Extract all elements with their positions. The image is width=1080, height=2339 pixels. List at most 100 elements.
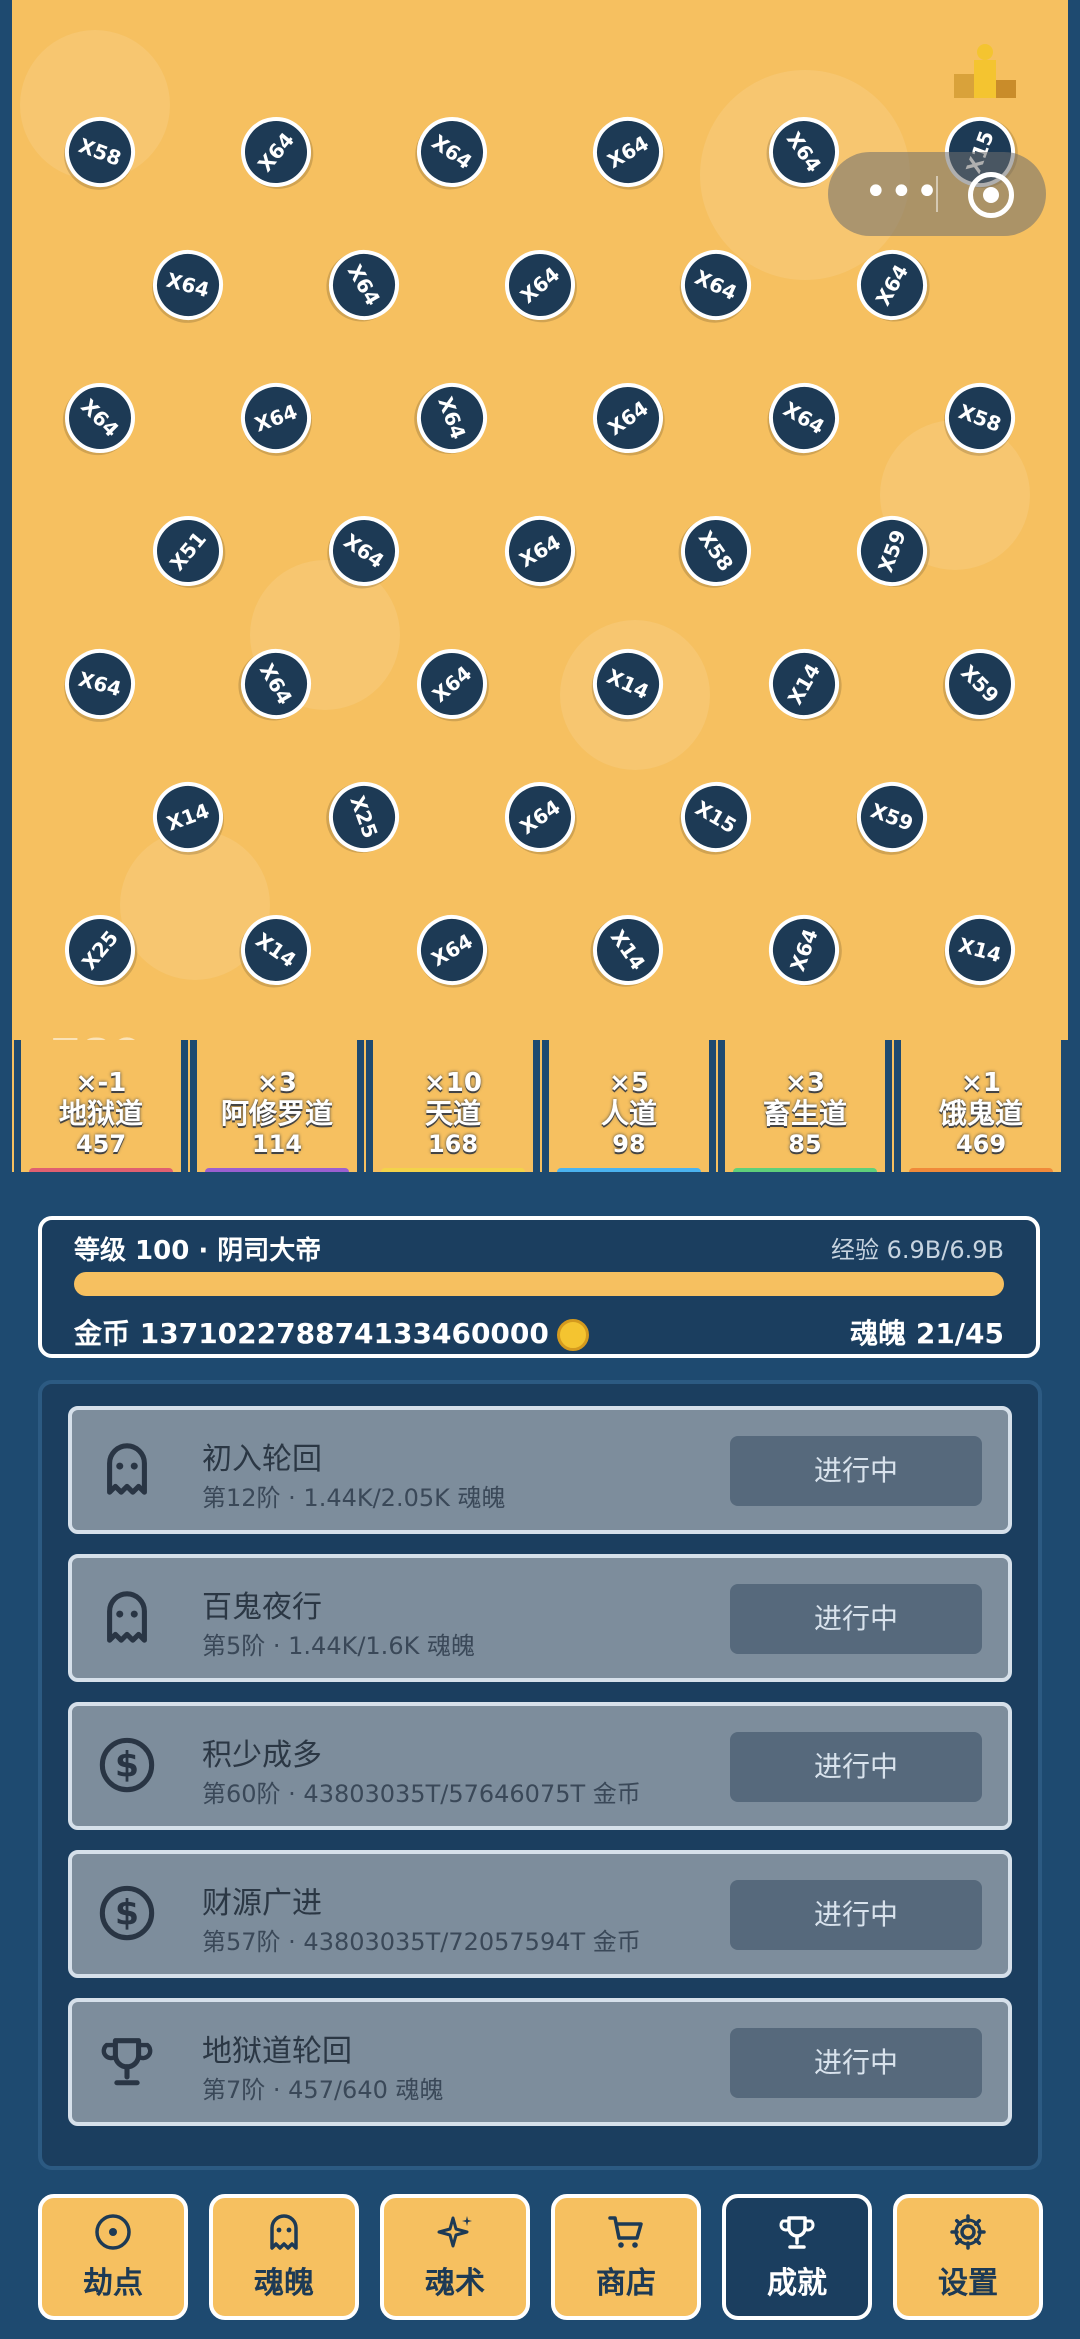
result-bin: ×1 饿鬼道 469 — [894, 1040, 1068, 1180]
achievement-status-button[interactable]: 进行中 — [730, 2028, 982, 2098]
bottom-nav: 劫点 魂魄 魂术 商店 成就 设置 — [0, 2186, 1080, 2339]
bin-name: 饿鬼道 — [938, 1097, 1023, 1130]
achievements-panel: 初入轮回 第12阶 · 1.44K/2.05K 魂魄 进行中 百鬼夜行 第5阶 · 1.… — [38, 1380, 1042, 2170]
board-left-wall — [0, 0, 12, 1180]
achievement-title: 积少成多 — [202, 1738, 322, 1773]
bin-count: 168 — [427, 1130, 479, 1158]
gold-amount: 金币 1371022788741334600​00 — [74, 1312, 589, 1352]
peg-multiplier: X64 — [579, 369, 677, 467]
peg-multiplier: X64 — [490, 235, 590, 335]
bin-count: 457 — [75, 1130, 127, 1158]
achievement-title: 初入轮回 — [202, 1442, 322, 1477]
leaderboard-podium-icon[interactable] — [952, 40, 1018, 100]
peg-multiplier: X59 — [930, 634, 1030, 734]
bin-multiplier: ×3 — [257, 1068, 297, 1098]
nav-tab-5[interactable]: 成就 — [722, 2194, 872, 2320]
peg-multiplier: X14 — [937, 907, 1023, 993]
achievement-status-button[interactable]: 进行中 — [730, 1732, 982, 1802]
nav-tab-6[interactable]: 设置 — [893, 2194, 1043, 2320]
result-bin: ×3 阿修罗道 114 — [190, 1040, 364, 1180]
achievement-item: $ 积少成多第60阶 · 43803035T/57646075T 金币 进行中 — [68, 1702, 1012, 1830]
soul-count: 魂魄 21/45 — [850, 1317, 1004, 1350]
dollar-icon: $ — [98, 1884, 156, 1942]
sparkle-icon — [435, 2212, 475, 2252]
ghost-icon — [98, 1440, 156, 1498]
nav-tab-label: 劫点 — [83, 2266, 143, 2301]
achievement-progress: 第12阶 · 1.44K/2.05K 魂魄 — [202, 1484, 506, 1512]
peg-multiplier: X15 — [668, 769, 764, 865]
player-stats-panel: 等级 100 · 阴司大帝 经验 6.9B/6.9B 金币 1371022788… — [38, 1216, 1040, 1358]
result-bin: ×-1 地狱道 457 — [14, 1040, 188, 1180]
nav-tab-2[interactable]: 魂魄 — [209, 2194, 359, 2320]
nav-tab-label: 设置 — [938, 2266, 998, 2301]
peg-multiplier: X14 — [756, 636, 852, 732]
board-right-wall — [1068, 0, 1080, 1180]
ghost-icon — [264, 2212, 304, 2252]
achievement-progress: 第57阶 · 43803035T/72057594T 金币 — [202, 1928, 641, 1956]
nav-tab-1[interactable]: 劫点 — [38, 2194, 188, 2320]
achievement-title: 百鬼夜行 — [202, 1590, 322, 1625]
achievement-status-button[interactable]: 进行中 — [730, 1584, 982, 1654]
nav-tab-label: 商店 — [596, 2266, 656, 2301]
achievement-status-button[interactable]: 进行中 — [730, 1880, 982, 1950]
close-miniprogram-icon[interactable] — [968, 172, 1014, 218]
peg-multiplier: X64 — [402, 634, 502, 734]
cart-icon — [606, 2212, 646, 2252]
result-bin: ×5 人道 98 — [542, 1040, 716, 1180]
result-bin: ×3 畜生道 85 — [718, 1040, 892, 1180]
peg-multiplier: X64 — [756, 370, 852, 466]
nav-tab-label: 魂术 — [425, 2266, 485, 2301]
peg-multiplier: X64 — [226, 102, 326, 202]
nav-tab-label: 成就 — [767, 2266, 827, 2301]
peg-multiplier: X64 — [404, 902, 500, 998]
dollar-icon: $ — [98, 1736, 156, 1794]
peg-multiplier: X64 — [231, 373, 321, 463]
achievement-title: 财源广进 — [202, 1886, 322, 1921]
gold-text: 金币 1371022788741334600​00 — [74, 1317, 549, 1350]
peg-multiplier: X25 — [319, 772, 409, 862]
bin-name: 人道 — [600, 1097, 657, 1130]
achievement-item: 百鬼夜行第5阶 · 1.44K/1.6K 魂魄 进行中 — [68, 1554, 1012, 1682]
svg-text:$: $ — [115, 1894, 139, 1934]
peg-multiplier: X64 — [759, 905, 849, 995]
peg-multiplier: X64 — [145, 242, 231, 328]
ghost-icon — [98, 1588, 156, 1646]
bin-count: 469 — [955, 1130, 1007, 1158]
more-menu-icon[interactable]: ••• — [864, 172, 939, 214]
achievement-item: 初入轮回第12阶 · 1.44K/2.05K 魂魄 进行中 — [68, 1406, 1012, 1534]
peg-multiplier: X64 — [57, 641, 143, 727]
bin-multiplier: ×-1 — [75, 1068, 127, 1098]
bin-count: 85 — [788, 1130, 822, 1158]
trophy-icon — [777, 2212, 817, 2252]
peg-multiplier: X14 — [579, 901, 677, 999]
peg-multiplier: X64 — [407, 373, 497, 463]
peg-multiplier: X64 — [316, 237, 412, 333]
nav-tab-3[interactable]: 魂术 — [380, 2194, 530, 2320]
bin-multiplier: ×10 — [424, 1068, 482, 1098]
bin-name: 天道 — [424, 1097, 481, 1130]
bin-name: 畜生道 — [762, 1097, 847, 1130]
achievement-progress: 第7阶 · 457/640 魂魄 — [202, 2076, 444, 2104]
achievement-status-button[interactable]: 进行中 — [730, 1436, 982, 1506]
peg-multiplier: X64 — [492, 503, 588, 599]
peg-multiplier: X51 — [138, 501, 238, 601]
nav-tab-4[interactable]: 商店 — [551, 2194, 701, 2320]
peg-multiplier: X64 — [580, 104, 676, 200]
result-bin: ×10 天道 168 — [366, 1040, 540, 1180]
coin-icon — [556, 1319, 589, 1351]
nav-tab-label: 魂魄 — [254, 2266, 314, 2301]
capsule-divider — [936, 176, 938, 212]
peg-multiplier: X58 — [667, 502, 765, 600]
bin-name: 阿修罗道 — [220, 1097, 333, 1130]
achievement-progress: 第5阶 · 1.44K/1.6K 魂魄 — [202, 1632, 475, 1660]
peg-multiplier: X59 — [847, 772, 937, 862]
peg-multiplier: X64 — [491, 768, 589, 866]
achievement-title: 地狱道轮回 — [202, 2034, 352, 2069]
achievement-progress: 第60阶 · 43803035T/57646075T 金币 — [202, 1780, 641, 1808]
bin-base — [0, 1172, 1080, 1184]
target-icon — [93, 2212, 133, 2252]
trophy-icon — [98, 2032, 156, 2090]
gear-icon — [948, 2212, 988, 2252]
bin-name: 地狱道 — [58, 1097, 143, 1130]
miniprogram-capsule[interactable]: ••• — [828, 152, 1046, 236]
